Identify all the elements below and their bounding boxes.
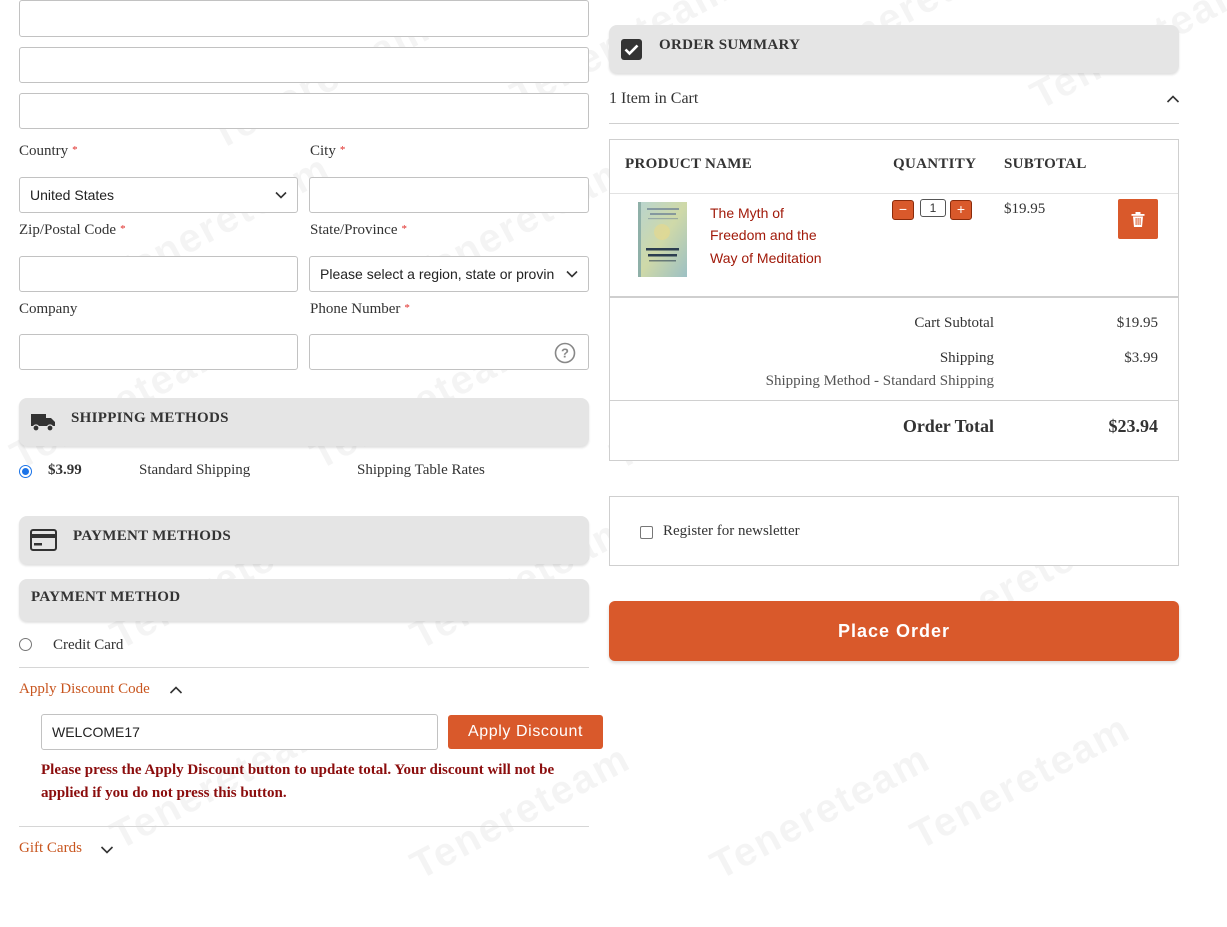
discount-code-input[interactable]: WELCOME17 (41, 714, 438, 750)
apply-discount-toggle[interactable]: Apply Discount Code (19, 681, 150, 698)
help-icon[interactable]: ? (554, 342, 576, 364)
credit-card-label: Credit Card (53, 637, 124, 653)
company-label: Company (19, 301, 78, 317)
city-label: City * (310, 143, 346, 159)
watermark: Tenereteam (904, 706, 1138, 859)
checkbox-checked-icon (621, 39, 642, 60)
shipping-carrier: Shipping Table Rates (357, 462, 485, 478)
phone-label: Phone Number * (310, 301, 410, 317)
country-select-value: United States (30, 187, 115, 203)
chevron-up-icon[interactable] (1166, 94, 1180, 104)
shipping-method-name: Standard Shipping (139, 462, 251, 478)
chevron-down-icon (566, 270, 578, 278)
chevron-down-icon (275, 191, 287, 199)
truck-icon (31, 414, 55, 432)
country-label: Country * (19, 143, 78, 159)
quantity-input[interactable]: 1 (920, 199, 946, 217)
product-thumbnail[interactable] (638, 202, 687, 277)
chevron-down-icon[interactable] (100, 845, 114, 855)
credit-card-radio[interactable] (19, 638, 32, 651)
street-address-line1-input[interactable] (19, 0, 589, 37)
street-address-line3-input[interactable] (19, 93, 589, 129)
gift-cards-toggle[interactable]: Gift Cards (19, 840, 82, 857)
zip-input[interactable] (19, 256, 298, 292)
shipping-methods-title: SHIPPING METHODS (71, 410, 229, 426)
product-name-line2[interactable]: Freedom and the (710, 224, 817, 247)
chevron-up-icon[interactable] (169, 685, 183, 695)
country-select[interactable]: United States (19, 177, 298, 213)
payment-method-subtitle: PAYMENT METHOD (31, 589, 181, 605)
credit-card-icon (30, 529, 57, 551)
newsletter-label: Register for newsletter (663, 523, 800, 539)
state-select[interactable]: Please select a region, state or provin (309, 256, 589, 292)
street-address-line2-input[interactable] (19, 47, 589, 83)
divider (19, 667, 589, 668)
column-header-subtotal: SUBTOTAL (1004, 156, 1087, 172)
remove-item-button[interactable] (1118, 199, 1158, 239)
shipping-label: Shipping (939, 350, 994, 366)
city-input[interactable] (309, 177, 589, 213)
company-input[interactable] (19, 334, 298, 370)
cart-subtotal-label: Cart Subtotal (914, 315, 994, 331)
shipping-price: $3.99 (48, 462, 82, 478)
order-total-label: Order Total (902, 416, 994, 436)
state-select-value: Please select a region, state or provin (320, 266, 555, 282)
newsletter-checkbox[interactable] (640, 526, 653, 539)
discount-code-value: WELCOME17 (52, 724, 140, 740)
watermark: Tenereteam (704, 736, 938, 889)
divider (19, 826, 589, 827)
order-summary-title: ORDER SUMMARY (659, 37, 801, 53)
place-order-button[interactable]: Place Order (609, 601, 1179, 661)
quantity-increase-button[interactable]: + (950, 200, 972, 220)
quantity-decrease-button[interactable]: − (892, 200, 914, 220)
product-name-line1[interactable]: The Myth of (710, 202, 784, 225)
order-total-value: $23.94 (1108, 416, 1159, 436)
divider (609, 123, 1179, 124)
apply-discount-button[interactable]: Apply Discount (448, 715, 603, 749)
column-header-quantity: QUANTITY (893, 156, 977, 172)
column-header-product: PRODUCT NAME (625, 156, 753, 172)
trash-icon (1131, 211, 1145, 227)
shipping-value: $3.99 (1124, 350, 1158, 366)
cart-subtotal-value: $19.95 (1116, 315, 1158, 331)
items-in-cart[interactable]: 1 Item in Cart (609, 90, 698, 108)
divider (610, 400, 1178, 401)
discount-warning: Please press the Apply Discount button t… (41, 762, 555, 801)
svg-text:?: ? (561, 346, 569, 361)
payment-methods-title: PAYMENT METHODS (73, 528, 231, 544)
phone-input[interactable]: ? (309, 334, 589, 370)
state-label: State/Province * (310, 222, 407, 238)
divider (610, 193, 1178, 194)
shipping-method-radio[interactable] (19, 465, 32, 478)
item-subtotal: $19.95 (1004, 201, 1046, 217)
zip-label: Zip/Postal Code * (19, 222, 126, 238)
shipping-method-label: Shipping Method - Standard Shipping (765, 373, 994, 389)
product-name-line3[interactable]: Way of Meditation (710, 247, 822, 270)
